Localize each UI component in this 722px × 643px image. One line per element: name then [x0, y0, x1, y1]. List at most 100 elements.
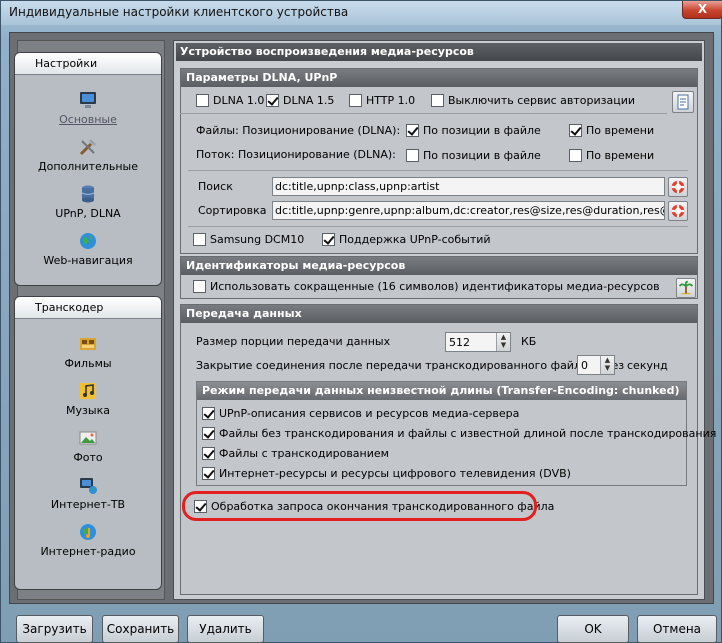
checkbox-label: Выключить сервис авторизации: [448, 94, 636, 107]
cancel-button[interactable]: Отмена: [637, 615, 717, 643]
checkbox-label: По позиции в файле: [423, 149, 541, 162]
checkbox-box[interactable]: [569, 149, 582, 162]
chunk-size-stepper[interactable]: 512 ▲ ▼: [445, 332, 511, 352]
checkbox-label: По времени: [586, 149, 655, 162]
nav-item-photo[interactable]: Фото: [15, 428, 161, 464]
divider: [188, 226, 688, 227]
nav-item-internet-tv[interactable]: Интернет-ТВ: [15, 475, 161, 511]
short-ids-checkbox[interactable]: Использовать сокращенные (16 символов) и…: [193, 280, 660, 293]
checkbox-box[interactable]: [349, 94, 362, 107]
checkbox-box[interactable]: [193, 280, 206, 293]
nav-item-web-navigation[interactable]: Web-навигация: [15, 231, 161, 267]
chunked-mode-header: Режим передачи данных неизвестной длины …: [197, 382, 686, 400]
lifebuoy-icon: [671, 204, 685, 218]
chunk-size-label: Размер порции передачи данных: [196, 335, 391, 348]
nav-group-transcoder: Транскодер Фильмы Музыка Фото Интернет-Т…: [14, 296, 162, 590]
checkbox-box[interactable]: [202, 447, 215, 460]
internet-tv-icon: [80, 478, 97, 494]
checkbox-label: Файлы без транскодирования и файлы с изв…: [219, 427, 717, 440]
save-button[interactable]: Сохранить: [102, 615, 179, 643]
checkbox-box[interactable]: [193, 233, 206, 246]
nav-item-label: Основные: [59, 113, 117, 126]
end-request-checkbox[interactable]: Обработка запроса окончания транскодиров…: [194, 500, 554, 513]
nav-group-settings: Настройки Основные Дополнительные UPnP, …: [14, 52, 162, 286]
upnp-events-checkbox[interactable]: Поддержка UPnP-событий: [322, 233, 491, 246]
dlna-section-header: Параметры DLNA, UPnP: [181, 69, 697, 87]
ok-button[interactable]: OK: [557, 615, 629, 643]
sort-label: Сортировка: [198, 204, 267, 217]
checkbox-box[interactable]: [322, 233, 335, 246]
checkbox-box[interactable]: [406, 149, 419, 162]
divider: [188, 170, 688, 171]
chunk-size-unit: КБ: [521, 335, 537, 348]
delete-button[interactable]: Удалить: [187, 615, 264, 643]
search-reset-button[interactable]: [668, 177, 688, 197]
nav-item-label: Фильмы: [64, 357, 112, 370]
film-icon: [80, 338, 96, 350]
http10-checkbox[interactable]: HTTP 1.0: [349, 94, 415, 107]
spin-buttons[interactable]: ▲ ▼: [600, 356, 614, 374]
close-button[interactable]: X: [682, 1, 722, 19]
chunked-option-files-known[interactable]: Файлы без транскодирования и файлы с изв…: [202, 427, 716, 440]
checkbox-label: Поддержка UPnP-событий: [339, 233, 491, 246]
checkbox-label: Samsung DCM10: [210, 233, 305, 246]
nav-item-music[interactable]: Музыка: [15, 381, 161, 417]
dlna15-checkbox[interactable]: DLNA 1.5: [266, 94, 334, 107]
checkbox-box[interactable]: [431, 94, 444, 107]
chunk-size-value: 512: [449, 336, 470, 349]
search-field[interactable]: dc:title,upnp:class,upnp:artist: [272, 177, 665, 196]
close-delay-label: Закрытие соединения после передачи транс…: [196, 359, 625, 372]
checkbox-label: UPnP-описания сервисов и ресурсов медиа-…: [219, 407, 520, 420]
files-by-time-checkbox[interactable]: По времени: [569, 124, 654, 137]
checkbox-label: Интернет-ресурсы и ресурсы цифрового тел…: [219, 467, 571, 480]
samsung-dcm10-checkbox[interactable]: Samsung DCM10: [193, 233, 304, 246]
nav-item-label: Интернет-радио: [40, 545, 136, 558]
checkbox-box[interactable]: [406, 124, 419, 137]
nav-item-internet-radio[interactable]: Интернет-радио: [15, 522, 161, 558]
divider: [180, 113, 667, 114]
nav-group-transcoder-header: Транскодер: [15, 297, 161, 319]
nav-item-movies[interactable]: Фильмы: [15, 334, 161, 370]
checkbox-box[interactable]: [196, 94, 209, 107]
globe-icon: [80, 233, 96, 249]
chunked-option-transcoded[interactable]: Файлы с транскодированием: [202, 447, 389, 460]
search-label: Поиск: [198, 180, 233, 193]
nav-item-upnp-dlna[interactable]: UPnP, DLNA: [15, 184, 161, 220]
checkbox-label: Обработка запроса окончания транскодиров…: [211, 500, 555, 513]
sort-field[interactable]: dc:title,upnp:genre,upnp:album,dc:creato…: [272, 201, 665, 220]
chunked-option-dvb[interactable]: Интернет-ресурсы и ресурсы цифрового тел…: [202, 467, 571, 480]
stream-by-time-checkbox[interactable]: По времени: [569, 149, 654, 162]
ids-action-button[interactable]: [676, 278, 696, 298]
checkbox-box[interactable]: [202, 427, 215, 440]
checkbox-label: Файлы с транскодированием: [219, 447, 389, 460]
checkbox-box[interactable]: [194, 500, 207, 513]
chunked-option-upnp[interactable]: UPnP-описания сервисов и ресурсов медиа-…: [202, 407, 519, 420]
close-delay-stepper[interactable]: 0 ▲ ▼: [577, 355, 615, 375]
page-title: Устройство воспроизведения медиа-ресурсо…: [176, 43, 702, 61]
checkbox-box[interactable]: [266, 94, 279, 107]
ids-section-header: Идентификаторы медиа-ресурсов: [181, 257, 697, 275]
files-by-position-checkbox[interactable]: По позиции в файле: [406, 124, 541, 137]
sort-reset-button[interactable]: [668, 201, 688, 221]
load-button[interactable]: Загрузить: [16, 615, 93, 643]
auth-settings-button[interactable]: [672, 91, 694, 113]
window-title: Индивидуальные настройки клиентского уст…: [9, 5, 349, 19]
checkbox-label: DLNA 1.0: [213, 94, 265, 107]
spin-buttons[interactable]: ▲ ▼: [496, 333, 510, 351]
nav-item-label: Музыка: [66, 404, 110, 417]
stream-by-position-checkbox[interactable]: По позиции в файле: [406, 149, 541, 162]
dlna10-checkbox[interactable]: DLNA 1.0: [196, 94, 264, 107]
nav-item-basic[interactable]: Основные: [15, 90, 161, 126]
transfer-section-header: Передача данных: [181, 305, 697, 323]
database-icon: [81, 185, 95, 203]
disable-auth-checkbox[interactable]: Выключить сервис авторизации: [431, 94, 635, 107]
checkbox-box[interactable]: [569, 124, 582, 137]
nav-item-label: Web-навигация: [43, 254, 133, 267]
photo-icon: [79, 431, 97, 445]
checkbox-box[interactable]: [202, 407, 215, 420]
nav-item-label: UPnP, DLNA: [55, 207, 121, 220]
nav-item-advanced[interactable]: Дополнительные: [15, 137, 161, 173]
checkbox-box[interactable]: [202, 467, 215, 480]
title-bar[interactable]: Индивидуальные настройки клиентского уст…: [1, 1, 721, 25]
checkbox-label: По времени: [586, 124, 655, 137]
